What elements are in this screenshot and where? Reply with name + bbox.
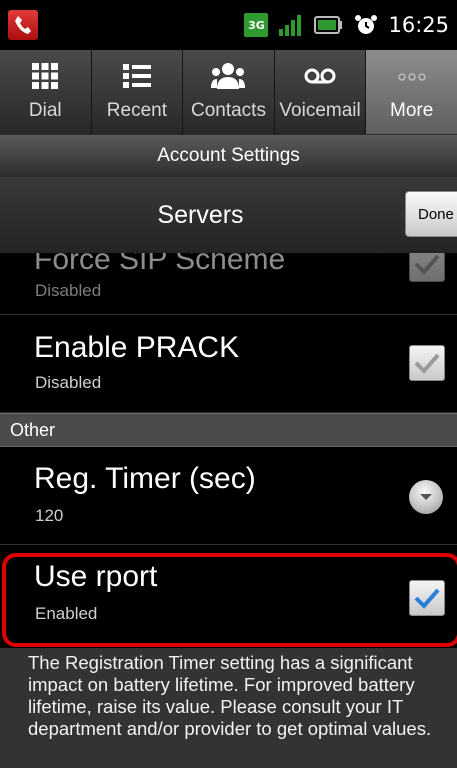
reg-timer-dropdown[interactable] bbox=[409, 480, 443, 514]
clock: 16:25 bbox=[388, 13, 449, 37]
dialpad-icon bbox=[32, 63, 59, 89]
setting-title: Enable PRACK bbox=[34, 331, 240, 364]
setting-value: Disabled bbox=[35, 281, 102, 300]
section-header-other: Other bbox=[0, 413, 457, 447]
tab-more-label: More bbox=[390, 100, 434, 121]
signal-icon bbox=[279, 15, 302, 36]
servers-header: Servers Done bbox=[0, 177, 457, 253]
network-3g-icon: 3G bbox=[244, 13, 269, 37]
tab-dial-label: Dial bbox=[28, 100, 62, 121]
status-bar: 3G 16:25 bbox=[0, 0, 457, 50]
checkmark-icon bbox=[414, 254, 440, 275]
more-icon bbox=[397, 73, 426, 81]
setting-value: 120 bbox=[35, 506, 64, 525]
tab-bar: Dial Recent Contacts Voicemail More bbox=[0, 50, 457, 134]
tab-voicemail[interactable]: Voicemail bbox=[275, 50, 367, 134]
enable-prack-checkbox[interactable] bbox=[409, 345, 445, 381]
setting-row-enable-prack[interactable]: Enable PRACK Disabled bbox=[0, 315, 457, 413]
list-icon bbox=[122, 64, 151, 88]
setting-title: Use rport bbox=[34, 560, 158, 593]
done-button[interactable]: Done bbox=[405, 191, 457, 237]
setting-row-use-rport[interactable]: Use rport Enabled bbox=[0, 546, 457, 646]
tab-recent-label: Recent bbox=[106, 100, 167, 121]
setting-title: Force SIP Scheme bbox=[34, 253, 286, 276]
tab-recent[interactable]: Recent bbox=[92, 50, 184, 134]
setting-title: Reg. Timer (sec) bbox=[34, 462, 256, 495]
setting-row-force-sip-scheme[interactable]: Force SIP Scheme Disabled bbox=[0, 253, 457, 315]
use-rport-checkbox[interactable] bbox=[409, 580, 445, 616]
battery-icon bbox=[314, 16, 343, 34]
account-settings-title: Account Settings bbox=[0, 134, 457, 178]
status-icons: 3G 16:25 bbox=[244, 13, 449, 37]
tab-dial[interactable]: Dial bbox=[0, 50, 92, 134]
page-title: Servers bbox=[157, 200, 244, 229]
help-text: The Registration Timer setting has a sig… bbox=[0, 648, 457, 768]
voicemail-icon bbox=[304, 68, 336, 84]
tab-contacts[interactable]: Contacts bbox=[183, 50, 275, 134]
tab-more[interactable]: More bbox=[366, 50, 457, 134]
chevron-down-icon bbox=[420, 494, 432, 500]
setting-value: Disabled bbox=[35, 373, 102, 392]
tab-contacts-label: Contacts bbox=[190, 100, 266, 121]
tab-voicemail-label: Voicemail bbox=[279, 100, 361, 121]
alarm-icon bbox=[355, 15, 378, 34]
checkmark-icon bbox=[414, 588, 440, 609]
setting-value: Enabled bbox=[35, 604, 98, 623]
checkmark-icon bbox=[414, 353, 440, 374]
phone-app-icon bbox=[8, 10, 38, 40]
setting-row-reg-timer[interactable]: Reg. Timer (sec) 120 bbox=[0, 448, 457, 545]
force-sip-checkbox[interactable] bbox=[409, 253, 445, 282]
contacts-icon bbox=[211, 63, 246, 89]
